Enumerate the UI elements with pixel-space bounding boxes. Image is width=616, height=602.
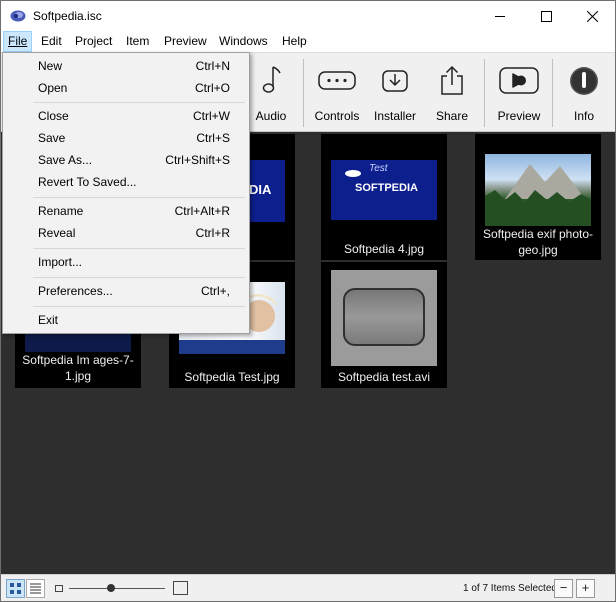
share-tool-label: Share (435, 109, 469, 123)
info-icon (570, 67, 598, 95)
menu-item-reveal[interactable]: Reveal Ctrl+R (5, 222, 247, 244)
item-caption: Softpedia exif photo-geo.jpg (482, 227, 594, 257)
item-thumbnail: Test SOFTPEDIA (331, 160, 437, 220)
thumbnail-size-slider[interactable] (69, 588, 165, 589)
small-size-icon (55, 585, 63, 592)
preview-play-icon (499, 67, 539, 94)
large-size-icon (173, 581, 188, 595)
preview-tool-label: Preview (497, 109, 541, 123)
maximize-button[interactable] (523, 1, 569, 31)
menu-separator (33, 102, 245, 103)
video-frame (343, 288, 425, 346)
installer-tool-button[interactable]: Installer (369, 53, 421, 133)
app-logo-icon (10, 10, 26, 22)
selection-status: 1 of 7 Items Selected (463, 583, 557, 594)
menu-item-save-as[interactable]: Save As... Ctrl+Shift+S (5, 149, 247, 171)
item-thumbnail (331, 270, 437, 366)
menu-preview[interactable]: Preview (160, 31, 211, 52)
item-thumbnail (485, 154, 591, 226)
audio-note-icon (262, 66, 281, 93)
thumbnail-logo-text: SOFTPEDIA (355, 182, 418, 194)
menu-project[interactable]: Project (71, 31, 116, 52)
remove-item-button[interactable]: − (554, 579, 573, 598)
audio-tool-button[interactable]: Audio (247, 53, 295, 133)
item-tile[interactable]: Softpedia exif photo-geo.jpg (475, 134, 601, 260)
menu-item-import[interactable]: Import... (5, 251, 247, 273)
item-caption: Softpedia 4.jpg (343, 242, 425, 256)
toolbar-separator (484, 59, 485, 127)
menu-windows[interactable]: Windows (215, 31, 272, 52)
toolbar-separator (552, 59, 553, 127)
menu-item-preferences[interactable]: Preferences... Ctrl+, (5, 280, 247, 302)
menu-item-new[interactable]: New Ctrl+N (5, 55, 247, 77)
title-bar: Softpedia.isc (1, 1, 615, 31)
installer-tool-label: Installer (373, 109, 417, 123)
item-tile[interactable]: Test SOFTPEDIA Softpedia 4.jpg (321, 134, 447, 260)
menu-item-revert[interactable]: Revert To Saved... (5, 171, 247, 193)
add-item-button[interactable]: + (576, 579, 595, 598)
menu-separator (33, 306, 245, 307)
minimize-icon (494, 15, 505, 17)
info-tool-label: Info (573, 109, 594, 123)
menu-separator (33, 197, 245, 198)
list-view-icon (30, 583, 41, 594)
list-view-button[interactable] (26, 579, 45, 598)
controls-tool-label: Controls (314, 109, 360, 123)
item-caption: Softpedia test.avi (337, 370, 431, 384)
file-menu-dropdown: New Ctrl+N Open Ctrl+O Close Ctrl+W Save… (2, 52, 250, 334)
controls-icon (318, 71, 356, 90)
menu-item-exit[interactable]: Exit (5, 309, 247, 331)
menu-item-rename[interactable]: Rename Ctrl+Alt+R (5, 200, 247, 222)
menu-item-open[interactable]: Open Ctrl+O (5, 77, 247, 99)
maximize-icon (540, 10, 552, 22)
info-tool-button[interactable]: Info (561, 53, 607, 133)
installer-icon (382, 70, 408, 92)
slider-handle[interactable] (107, 584, 115, 592)
toolbar-separator (303, 59, 304, 127)
audio-tool-label: Audio (255, 109, 287, 123)
thumbnail-small-text: Test (369, 163, 388, 174)
grid-view-button[interactable] (6, 579, 25, 598)
menu-separator (33, 277, 245, 278)
item-caption: Softpedia Test.jpg (184, 370, 280, 384)
item-caption: Softpedia Im ages-7-1.jpg (22, 353, 134, 383)
minimize-button[interactable] (477, 1, 523, 31)
item-tile[interactable]: Softpedia test.avi (321, 262, 447, 388)
menu-edit[interactable]: Edit (37, 31, 66, 52)
close-icon (586, 10, 598, 22)
thumbnail-logo-ellipse (345, 170, 361, 177)
share-tool-button[interactable]: Share (429, 53, 475, 133)
close-button[interactable] (569, 1, 615, 31)
share-icon (441, 65, 463, 95)
menu-item-save[interactable]: Save Ctrl+S (5, 127, 247, 149)
thumbnail-logo-text: DIA (249, 182, 272, 197)
window-title: Softpedia.isc (33, 9, 102, 23)
status-bar: 1 of 7 Items Selected − + (1, 574, 615, 601)
preview-tool-button[interactable]: Preview (491, 53, 547, 133)
menu-separator (33, 248, 245, 249)
menu-bar: File Edit Project Item Preview Windows H… (1, 31, 615, 52)
app-window: Softpedia.isc File Edit Project Item Pre… (0, 0, 616, 602)
menu-item-close[interactable]: Close Ctrl+W (5, 105, 247, 127)
menu-help[interactable]: Help (278, 31, 311, 52)
menu-item[interactable]: Item (122, 31, 153, 52)
grid-view-icon (10, 583, 21, 594)
landscape-photo (485, 164, 591, 226)
controls-tool-button[interactable]: Controls (309, 53, 365, 133)
menu-file[interactable]: File (3, 31, 33, 52)
